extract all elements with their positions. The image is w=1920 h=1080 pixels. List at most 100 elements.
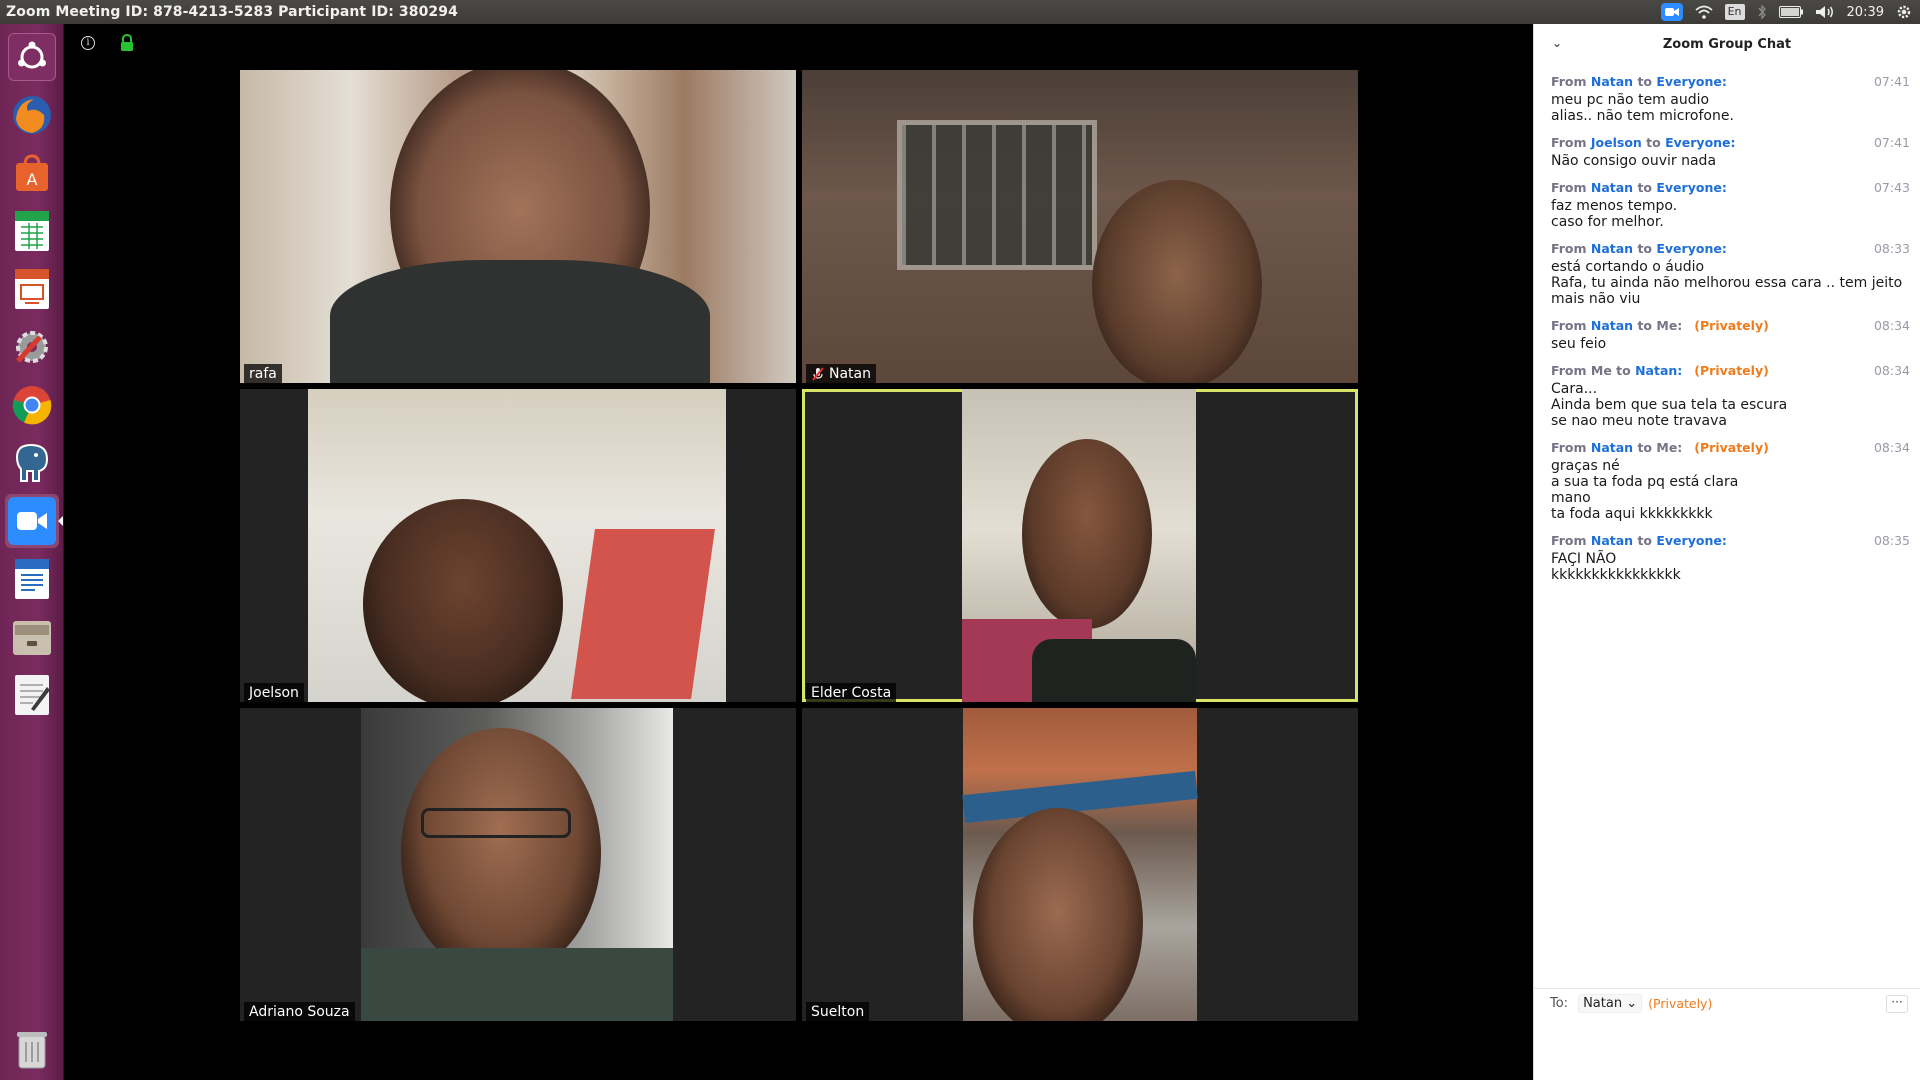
message-line: Cara... [1551, 381, 1598, 397]
chat-message: From Natan to Everyone: 08:33 está corta… [1534, 241, 1920, 307]
file-archive-icon[interactable] [5, 610, 59, 664]
message-line: kkkkkkkkkkkkkkkk [1551, 567, 1681, 583]
presentation-icon[interactable] [5, 262, 59, 316]
message-line: alias.. não tem microfone. [1551, 108, 1734, 124]
to-label: To: [1550, 996, 1569, 1011]
participant-figure [1022, 439, 1152, 629]
meeting-video-area: i rafa Natan Joelson Elder Costa Adriano… [65, 24, 1532, 1080]
message-header: From Natan to Everyone: [1551, 180, 1727, 195]
chat-recipient-bar: To: Natan ⌄ (Privately) ··· [1534, 988, 1920, 1018]
participant-video [361, 708, 673, 1021]
window-title: Zoom Meeting ID: 878-4213-5283 Participa… [6, 4, 458, 20]
message-time: 08:34 [1873, 318, 1910, 333]
spreadsheet-icon[interactable] [5, 204, 59, 258]
writer-icon[interactable] [5, 552, 59, 606]
video-tile-suelton[interactable]: Suelton [802, 708, 1358, 1021]
top-panel: Zoom Meeting ID: 878-4213-5283 Participa… [0, 0, 1920, 24]
wifi-icon[interactable] [1695, 2, 1713, 22]
message-line: ta foda aqui kkkkkkkkk [1551, 506, 1713, 522]
chrome-icon[interactable] [5, 378, 59, 432]
message-time: 08:35 [1873, 533, 1910, 548]
more-options-button[interactable]: ··· [1886, 995, 1908, 1013]
message-line: mano [1551, 490, 1591, 506]
participant-name-tag: rafa [244, 364, 282, 383]
message-line: se nao meu note travava [1551, 413, 1727, 429]
chat-message: From Natan to Everyone: 07:43 faz menos … [1534, 180, 1920, 230]
software-center-icon[interactable]: A [5, 146, 59, 200]
message-header: From Natan to Everyone: [1551, 533, 1727, 548]
group-chat-panel: ⌄ Zoom Group Chat From Natan to Everyone… [1533, 24, 1920, 1080]
chat-message: From Joelson to Everyone: 07:41 Não cons… [1534, 135, 1920, 169]
floor-mat [571, 529, 715, 699]
zoom-app-icon[interactable] [5, 494, 63, 548]
bag [1032, 639, 1196, 702]
battery-icon[interactable] [1778, 2, 1803, 22]
message-header: From Natan to Me: (Privately) [1551, 440, 1769, 455]
message-line: caso for melhor. [1551, 214, 1664, 230]
message-time: 08:33 [1873, 241, 1910, 256]
chat-title: Zoom Group Chat [1662, 36, 1792, 52]
system-tray: En 20:39 [1660, 0, 1920, 24]
chat-message-list[interactable]: From Natan to Everyone: 07:41 meu pc não… [1534, 74, 1920, 594]
bluetooth-icon[interactable] [1757, 2, 1767, 22]
chat-message: From Natan to Everyone: 07:41 meu pc não… [1534, 74, 1920, 124]
message-line: meu pc não tem audio [1551, 92, 1710, 108]
settings-gear-icon[interactable] [1896, 2, 1912, 22]
microphone-muted-icon [811, 367, 825, 381]
chat-message: From Natan to Me: (Privately) 08:34 graça… [1534, 440, 1920, 522]
participant-shirt [330, 260, 710, 383]
keyboard-language-indicator[interactable]: En [1724, 4, 1745, 20]
meeting-info-icon[interactable]: i [81, 36, 95, 50]
participant-name-tag: Adriano Souza [244, 1002, 355, 1021]
message-line: está cortando o áudio [1551, 259, 1705, 275]
firefox-icon[interactable] [5, 88, 59, 142]
message-line: Ainda bem que sua tela ta escura [1551, 397, 1788, 413]
text-editor-icon[interactable] [5, 668, 59, 722]
message-time: 07:43 [1873, 180, 1910, 195]
participant-figure [1092, 180, 1262, 383]
window-grille [897, 120, 1097, 270]
participant-figure [363, 499, 563, 702]
message-header: From Natan to Me: (Privately) [1551, 318, 1769, 333]
message-line: graças né [1551, 458, 1620, 474]
trash-icon[interactable] [5, 1022, 59, 1076]
svg-text:A: A [27, 170, 38, 189]
participant-video [240, 70, 796, 383]
volume-icon[interactable] [1815, 2, 1835, 22]
clock[interactable]: 20:39 [1847, 5, 1884, 20]
message-time: 07:41 [1873, 74, 1910, 89]
chat-message: From Natan to Everyone: 08:35 FAÇI NÃO k… [1534, 533, 1920, 583]
participant-name-tag: Suelton [806, 1002, 870, 1021]
participant-video [962, 389, 1196, 702]
video-tile-elder-costa[interactable]: Elder Costa [802, 389, 1358, 702]
privately-label: (Privately) [1648, 996, 1713, 1011]
chat-message: From Me to Natan: (Privately) 08:34 Cara.… [1534, 363, 1920, 429]
encryption-lock-icon[interactable] [119, 33, 135, 52]
video-tile-natan[interactable]: Natan [802, 70, 1358, 383]
participant-video [308, 389, 726, 702]
chat-message: From Natan to Me: (Privately) 08:34 seu f… [1534, 318, 1920, 352]
participant-shirt [361, 948, 673, 1021]
message-time: 08:34 [1873, 440, 1910, 455]
ubuntu-dash-icon[interactable] [5, 30, 59, 84]
message-line: seu feio [1551, 336, 1607, 352]
message-line: a sua ta foda pq está clara [1551, 474, 1739, 490]
participant-figure [401, 728, 601, 978]
video-tile-joelson[interactable]: Joelson [240, 389, 796, 702]
zoom-tray-icon[interactable] [1660, 3, 1683, 21]
participant-video [802, 70, 1358, 383]
chevron-down-icon[interactable]: ⌄ [1552, 36, 1562, 50]
participant-video [962, 708, 1198, 1021]
message-header: From Natan to Everyone: [1551, 74, 1727, 89]
pgadmin-elephant-icon[interactable] [5, 436, 59, 490]
system-settings-icon[interactable] [5, 320, 59, 374]
message-line: Rafa, tu ainda não melhorou essa cara ..… [1551, 275, 1903, 291]
video-tile-rafa[interactable]: rafa [240, 70, 796, 383]
video-tile-adriano-souza[interactable]: Adriano Souza [240, 708, 796, 1021]
message-time: 07:41 [1873, 135, 1910, 150]
message-time: 08:34 [1873, 363, 1910, 378]
recipient-dropdown[interactable]: Natan ⌄ [1578, 994, 1643, 1013]
participant-name-tag: Natan [806, 364, 876, 383]
message-header: From Joelson to Everyone: [1551, 135, 1736, 150]
glasses [421, 808, 571, 838]
